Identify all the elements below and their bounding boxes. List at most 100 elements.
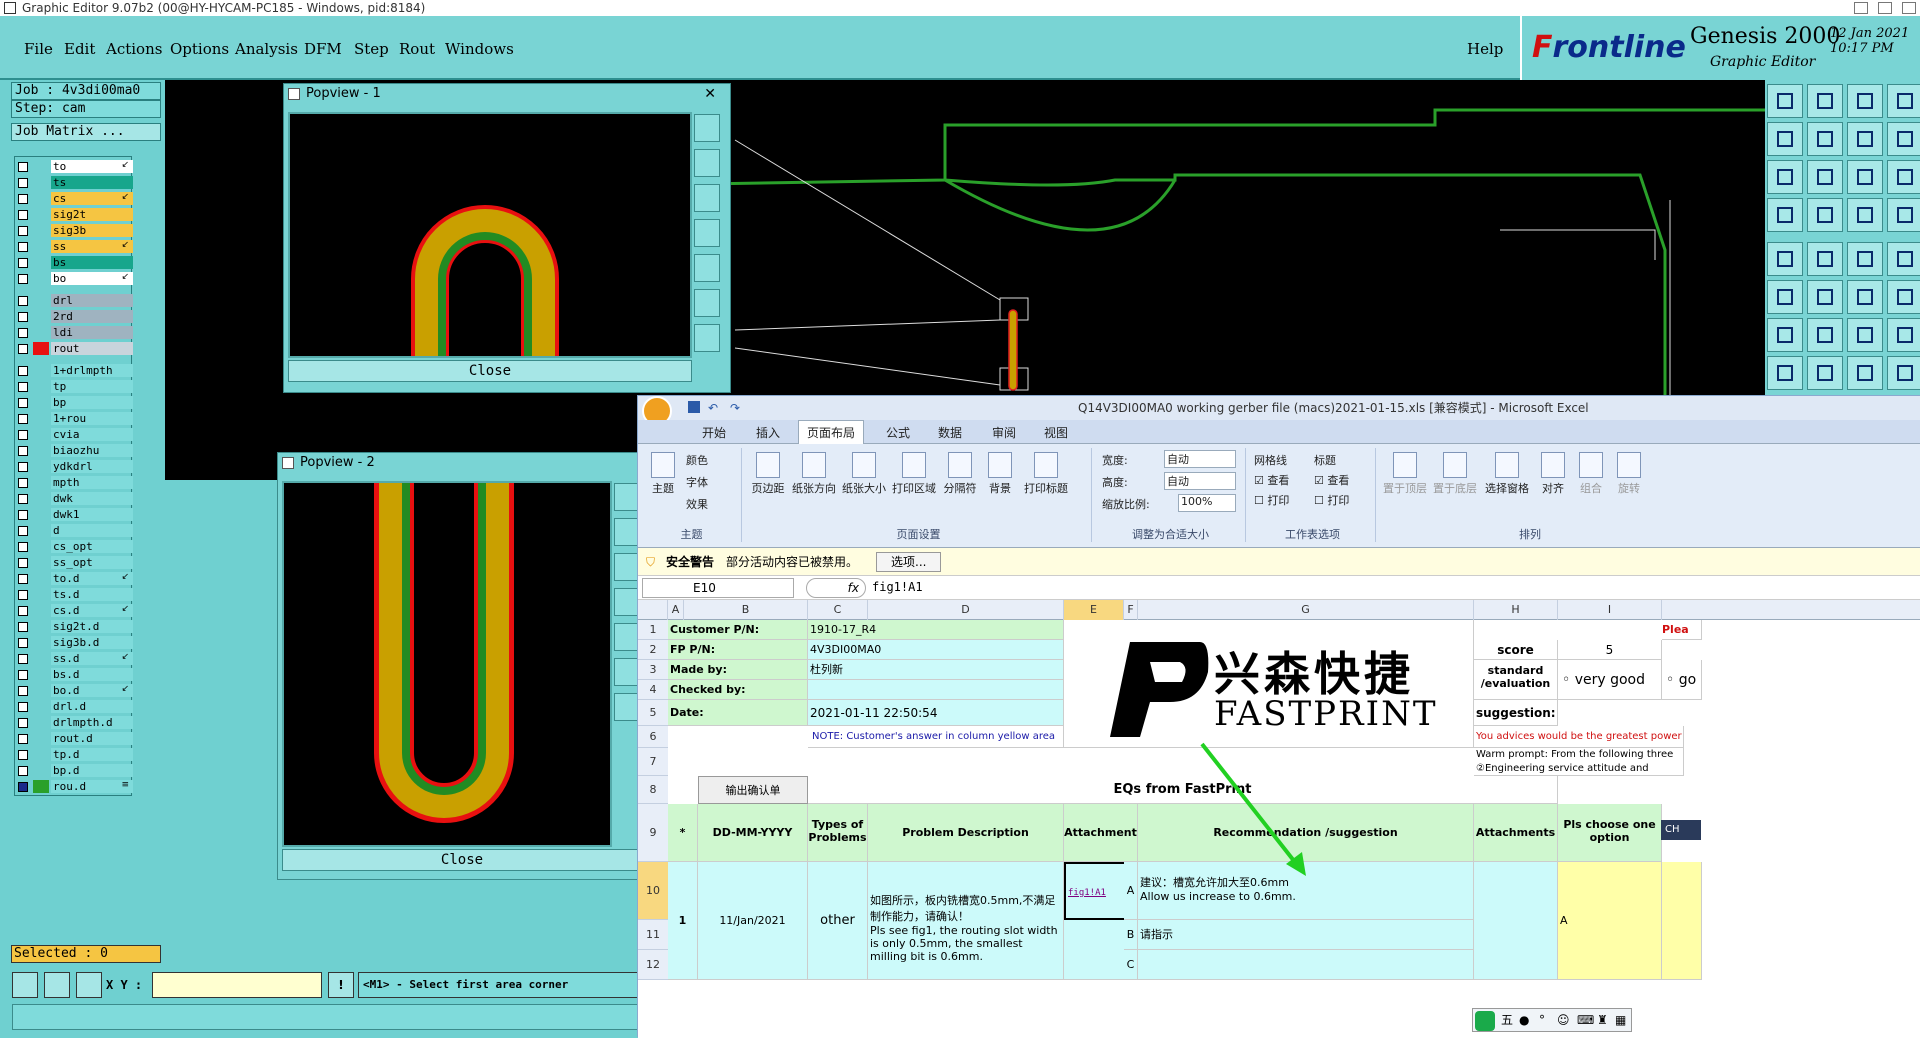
menu-rout[interactable]: Rout [399,40,435,58]
layer-name[interactable]: d [51,524,133,537]
width-select[interactable]: 自动 [1164,450,1236,468]
zoom-out-icon[interactable] [694,184,720,212]
layer-name[interactable]: rout [51,342,133,355]
headings-view-checkbox[interactable]: ☑ 查看 [1314,472,1349,488]
maximize-button[interactable] [1878,2,1892,14]
layer-checkbox[interactable] [18,750,28,760]
colors-button[interactable]: 颜色 [686,452,708,468]
zoom-in-icon[interactable] [694,149,720,177]
breaks-button[interactable]: 分隔符 [940,452,980,496]
layer-checkbox[interactable] [18,328,28,338]
layer-row[interactable]: ss_opt [15,555,133,570]
layer-row[interactable]: cs.d ↙ [15,603,133,618]
layer-row[interactable]: biaozhu [15,443,133,458]
layer-row[interactable]: dwk [15,491,133,506]
layer-name[interactable]: mpth [51,476,133,489]
layer-checkbox[interactable] [18,414,28,424]
background-button[interactable]: 背景 [982,452,1018,496]
layer-name[interactable]: bp [51,396,133,409]
layer-checkbox[interactable] [18,210,28,220]
pan-left-icon[interactable] [694,219,720,247]
layer-row[interactable]: bs.d [15,667,133,682]
layer-checkbox[interactable] [18,274,28,284]
choice-extra[interactable] [1662,862,1702,980]
layer-name[interactable]: ldi [51,326,133,339]
layer-name[interactable]: ts [51,176,133,189]
window-icon[interactable] [1887,84,1920,118]
print-titles-button[interactable]: 打印标题 [1020,452,1072,496]
layer-name[interactable]: 1+drlmpth [51,364,133,377]
layer-name[interactable]: tp [51,380,133,393]
ime-smile-icon[interactable]: ☺ [1557,1009,1570,1031]
save-icon[interactable] [688,401,700,413]
layer-checkbox[interactable] [18,590,28,600]
angle-icon[interactable] [1767,318,1803,352]
language-widget[interactable]: CH [1661,820,1701,840]
redraw-icon[interactable] [1847,122,1883,156]
layer-checkbox[interactable] [18,718,28,728]
tool-a-icon[interactable] [1767,356,1803,390]
tab-formulas[interactable]: 公式 [886,424,910,441]
row-header[interactable]: 11 [638,920,668,950]
layer-row[interactable]: drlmpth.d [15,715,133,730]
layer-checkbox[interactable] [18,242,28,252]
row-header[interactable]: 9 [638,804,668,862]
layer-checkbox[interactable] [18,526,28,536]
layer-name[interactable]: drlmpth.d [51,716,133,729]
tool-b-icon[interactable] [1807,356,1843,390]
layer-checkbox[interactable] [18,366,28,376]
recommendation-c[interactable] [1138,950,1474,980]
col-header[interactable]: H [1474,600,1558,620]
layer-row[interactable]: bo.d ↙ [15,683,133,698]
layer-name[interactable]: biaozhu [51,444,133,457]
fp-value[interactable]: 4V3DI00MA0 [808,640,1064,660]
dot-icon[interactable] [1887,242,1920,276]
row-header[interactable]: 8 [638,776,668,804]
ime-grid-icon[interactable]: ▦ [1615,1009,1626,1031]
col-header[interactable]: A [668,600,684,620]
layer-row[interactable]: cs ↙ [15,191,133,206]
layer-row[interactable]: rou.d ≡ [15,779,133,794]
row-header[interactable]: 4 [638,680,668,700]
layer-checkbox[interactable] [18,162,28,172]
layer-checkbox[interactable] [18,734,28,744]
redo-icon[interactable]: ↷ [730,396,740,420]
made-value[interactable]: 杜列新 [808,660,1064,680]
layer-name[interactable]: cvia [51,428,133,441]
layer-row[interactable]: sig2t [15,207,133,222]
snap-icon[interactable] [1887,122,1920,156]
layer-row[interactable]: 1+rou [15,411,133,426]
popview-1-close-button[interactable]: Close [288,360,692,382]
effects-button[interactable]: 效果 [686,496,708,512]
corner-select[interactable] [638,600,668,620]
layer-up-icon[interactable] [1767,84,1803,118]
layer-checkbox[interactable] [18,574,28,584]
menu-actions[interactable]: Actions [106,40,162,58]
zoom-fit-icon[interactable] [694,114,720,142]
good-option[interactable]: ◦ go [1662,660,1702,700]
attachments-cell[interactable] [1474,862,1558,980]
layer-name[interactable]: ss_opt [51,556,133,569]
row-description[interactable]: 如图所示，板内铣槽宽0.5mm,不满足制作能力，请确认！ Pls see fig… [868,862,1064,980]
minimize-button[interactable] [1854,2,1868,14]
layer-row[interactable]: d [15,523,133,538]
tab-view[interactable]: 视图 [1044,424,1068,441]
add-pad-icon[interactable] [1767,242,1803,276]
layer-name[interactable]: sig3b [51,224,133,237]
very-good-option[interactable]: ◦ very good [1558,660,1662,700]
gridlines-view-checkbox[interactable]: ☑ 查看 [1254,472,1289,488]
menu-step[interactable]: Step [354,40,389,58]
date-value[interactable]: 2021-01-11 22:50:54 [808,700,1064,726]
netlist-icon[interactable] [1887,198,1920,232]
ime-keyboard-icon[interactable]: ⌨ [1577,1009,1594,1031]
layer-row[interactable]: ss.d ↙ [15,651,133,666]
col-header[interactable]: D [868,600,1064,620]
layer-checkbox[interactable] [18,382,28,392]
layer-row[interactable]: rout [15,341,133,356]
margins-button[interactable]: 页边距 [748,452,788,496]
layer-row[interactable]: rout.d [15,731,133,746]
net-icon[interactable] [1847,198,1883,232]
orientation-button[interactable]: 纸张方向 [790,452,838,496]
tab-page-layout[interactable]: 页面布局 [798,420,865,444]
name-box[interactable]: E10 [642,578,794,598]
